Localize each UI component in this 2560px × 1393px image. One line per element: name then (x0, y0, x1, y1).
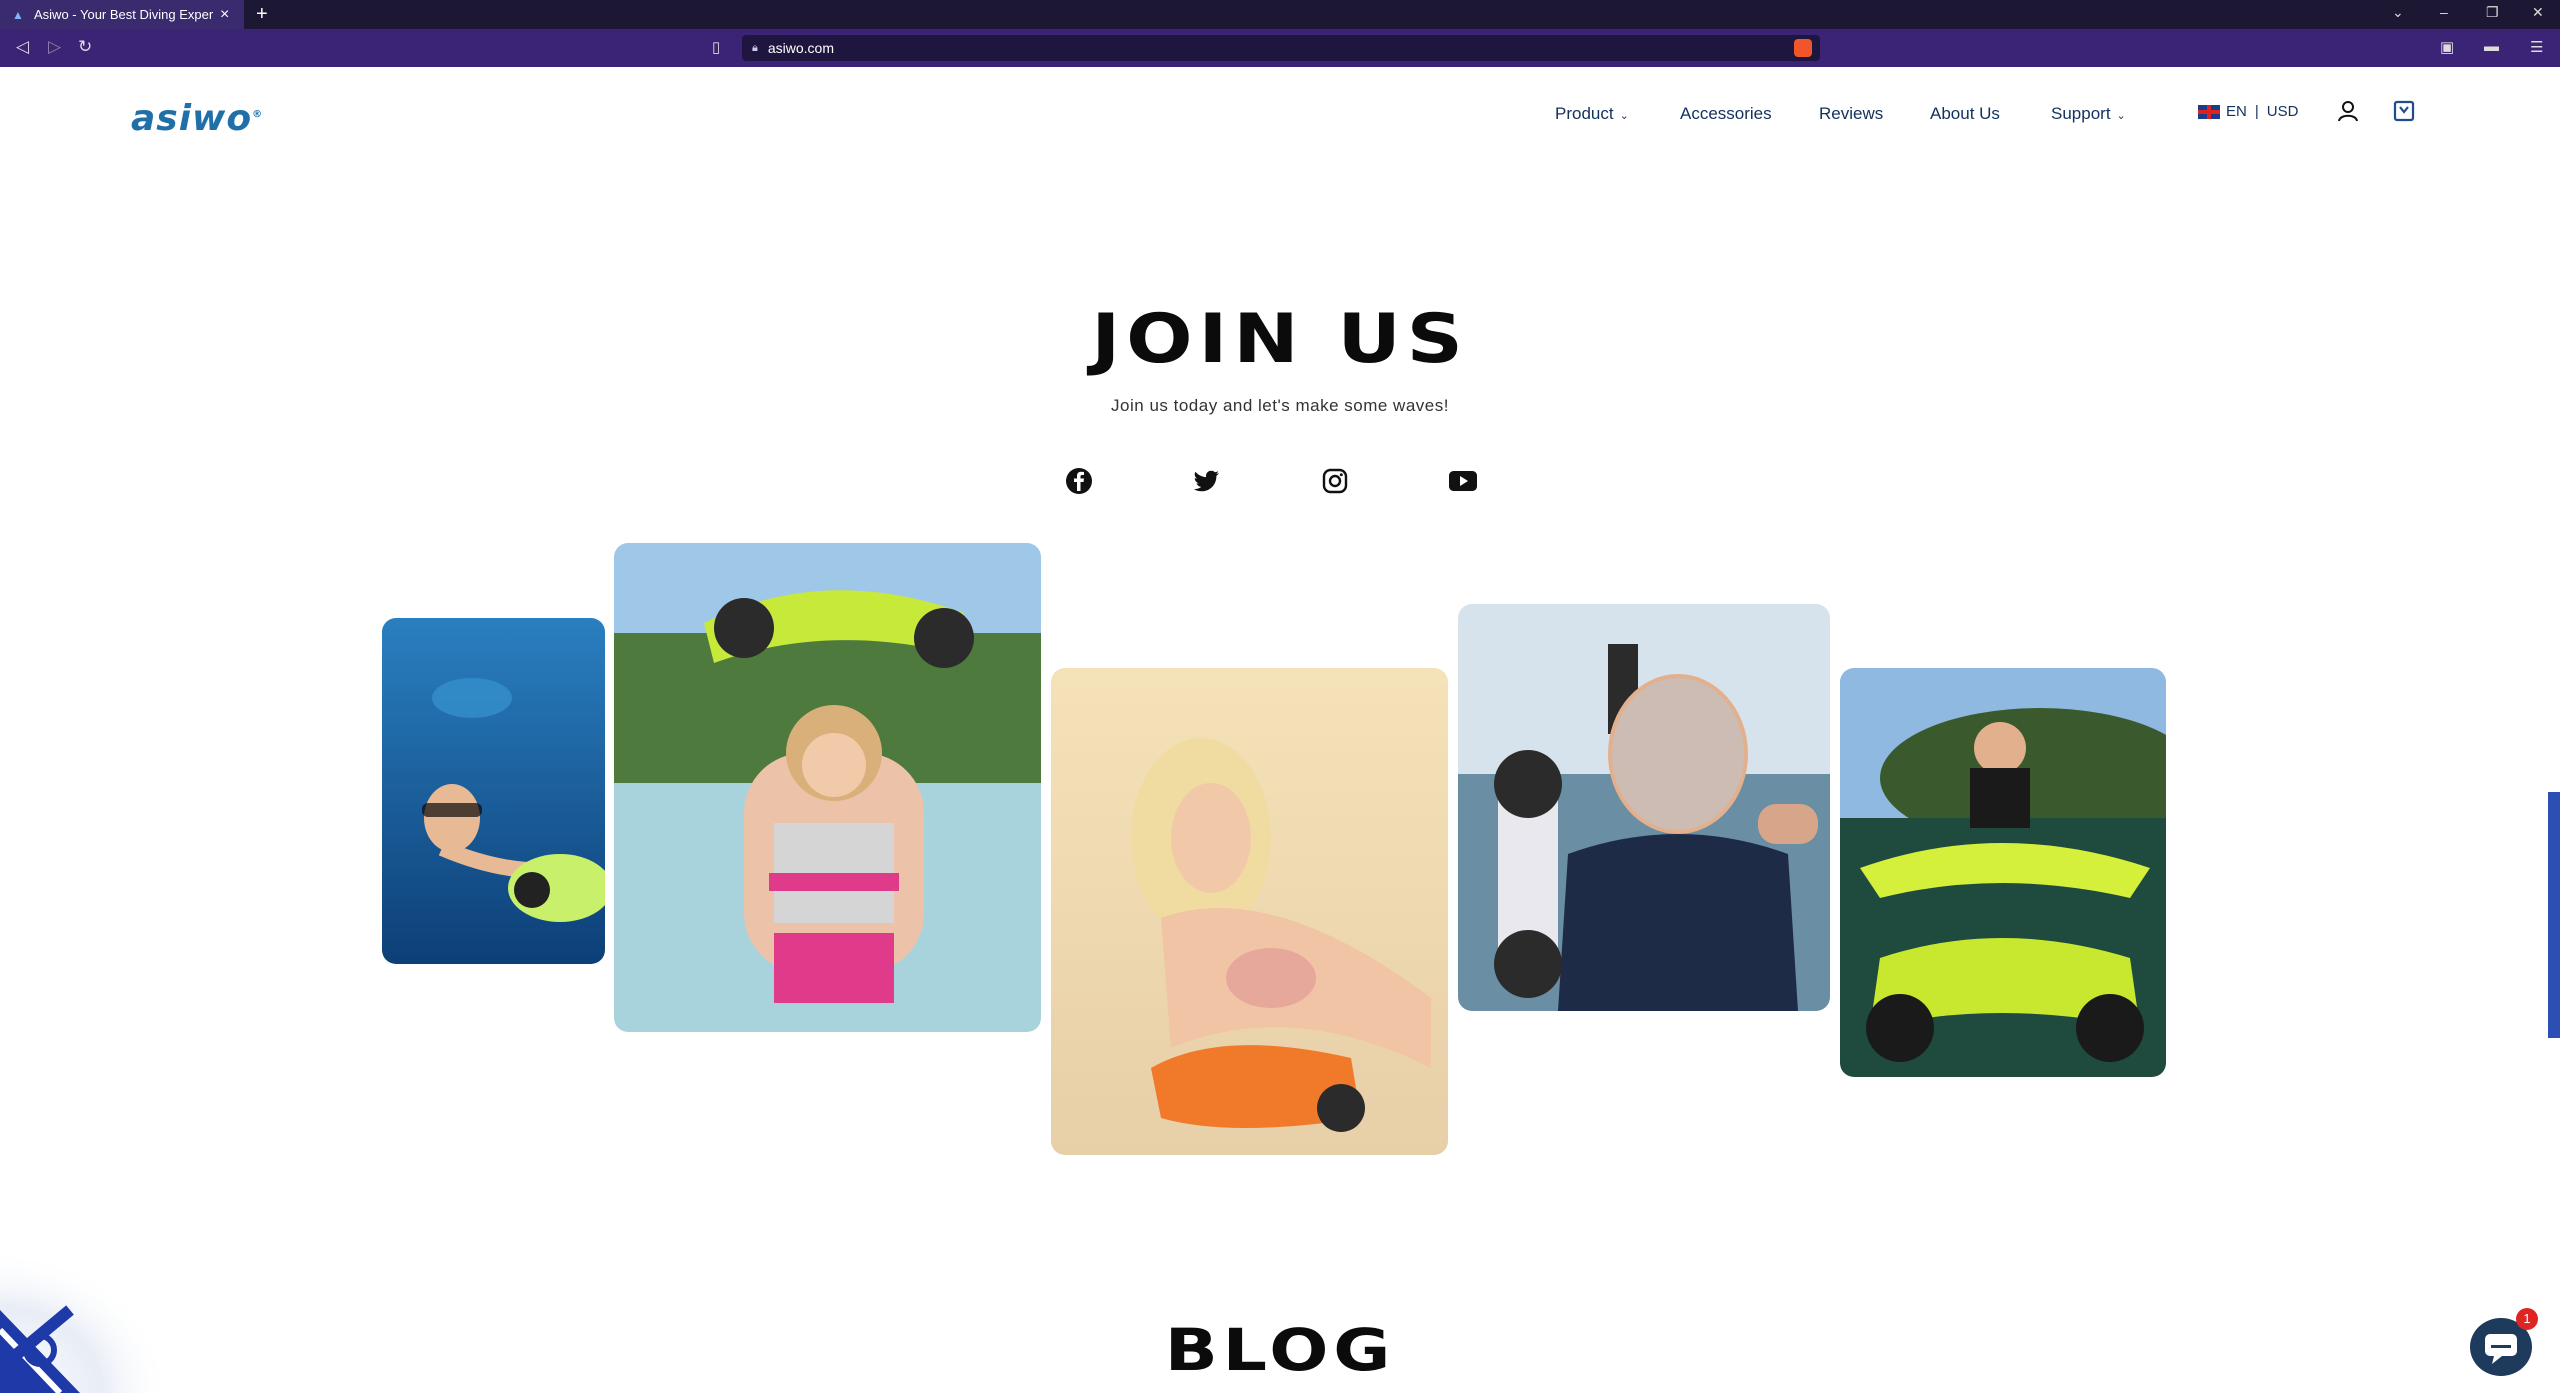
nav-label: Reviews (1819, 104, 1884, 123)
site-favicon-icon: ▲ (12, 7, 24, 22)
twitter-icon[interactable] (1191, 466, 1221, 496)
wallet-icon[interactable]: ▬ (2484, 38, 2499, 55)
bookmark-icon[interactable]: ▯ (712, 38, 720, 56)
divider: | (2254, 103, 2259, 120)
minimize-icon[interactable]: – (2440, 4, 2448, 20)
window-close-icon[interactable]: ✕ (2532, 4, 2544, 21)
nav-reviews[interactable]: Reviews (1819, 104, 1883, 124)
gift-promo-icon[interactable] (0, 1250, 170, 1393)
nav-label: Product (1555, 104, 1614, 123)
nav-product[interactable]: Product ⌄ (1555, 104, 1629, 124)
language-label: EN (2226, 103, 2247, 120)
youtube-icon[interactable] (1448, 466, 1478, 496)
blog-title: BLOG (1164, 1316, 1396, 1384)
scrollbar-thumb[interactable] (2548, 792, 2560, 1038)
menu-icon[interactable]: ☰ (2530, 38, 2543, 56)
gallery-photo-underwater-child[interactable] (382, 618, 605, 964)
gallery-photo-woman-on-beach[interactable] (1051, 668, 1448, 1155)
restore-icon[interactable]: ❐ (2486, 4, 2499, 21)
tab-title: Asiwo - Your Best Diving Experien (34, 7, 214, 22)
cart-icon[interactable] (2391, 98, 2417, 124)
facebook-icon[interactable] (1064, 466, 1094, 496)
forward-icon[interactable]: ▷ (48, 37, 61, 57)
currency-label: USD (2266, 103, 2299, 120)
account-icon[interactable] (2335, 98, 2361, 124)
address-bar-row: ◁ ▷ ↻ ▯ 🔒︎ asiwo.com ▣ ▬ ☰ (0, 29, 2560, 67)
nav-accessories[interactable]: Accessories (1680, 104, 1772, 124)
tab-close-icon[interactable]: × (220, 6, 229, 24)
browser-tab[interactable]: ▲ Asiwo - Your Best Diving Experien × (0, 0, 244, 29)
nav-label: Support (2051, 104, 2111, 123)
sidebar-toggle-icon[interactable]: ▣ (2440, 38, 2454, 56)
logo-text: asiwo (131, 98, 253, 139)
gallery-photo-girl-with-scooter[interactable] (614, 543, 1041, 1032)
join-us-subtitle: Join us today and let's make some waves! (1111, 396, 1449, 415)
gallery-photo-man-with-mask[interactable] (1458, 604, 1830, 1011)
browser-tab-bar: ▲ Asiwo - Your Best Diving Experien × + … (0, 0, 2560, 29)
url-field[interactable]: 🔒︎ asiwo.com (742, 35, 1820, 61)
back-icon[interactable]: ◁ (16, 37, 29, 57)
chevron-down-icon: ⌄ (1619, 110, 1629, 122)
nav-label: About Us (1930, 104, 2000, 123)
new-tab-icon[interactable]: + (256, 3, 268, 26)
nav-label: Accessories (1680, 104, 1772, 123)
brave-shield-icon[interactable] (1794, 39, 1812, 57)
chat-unread-badge: 1 (2516, 1308, 2538, 1330)
nav-support[interactable]: Support ⌄ (2051, 104, 2126, 124)
join-us-title: JOIN US (1091, 300, 1469, 379)
language-currency-selector[interactable]: EN | USD (2198, 103, 2298, 120)
gallery-photo-woman-with-yellow-scooter[interactable] (1840, 668, 2166, 1077)
lock-icon: 🔒︎ (752, 41, 758, 54)
chevron-down-icon: ⌄ (2116, 110, 2126, 122)
tab-list-chevron-icon[interactable]: ⌄ (2392, 4, 2404, 21)
instagram-icon[interactable] (1320, 466, 1350, 496)
uk-flag-icon (2198, 104, 2220, 119)
url-text: asiwo.com (767, 40, 834, 56)
asiwo-logo[interactable]: asiwo® (131, 98, 263, 139)
reload-icon[interactable]: ↻ (78, 37, 92, 57)
nav-about-us[interactable]: About Us (1930, 104, 2000, 124)
